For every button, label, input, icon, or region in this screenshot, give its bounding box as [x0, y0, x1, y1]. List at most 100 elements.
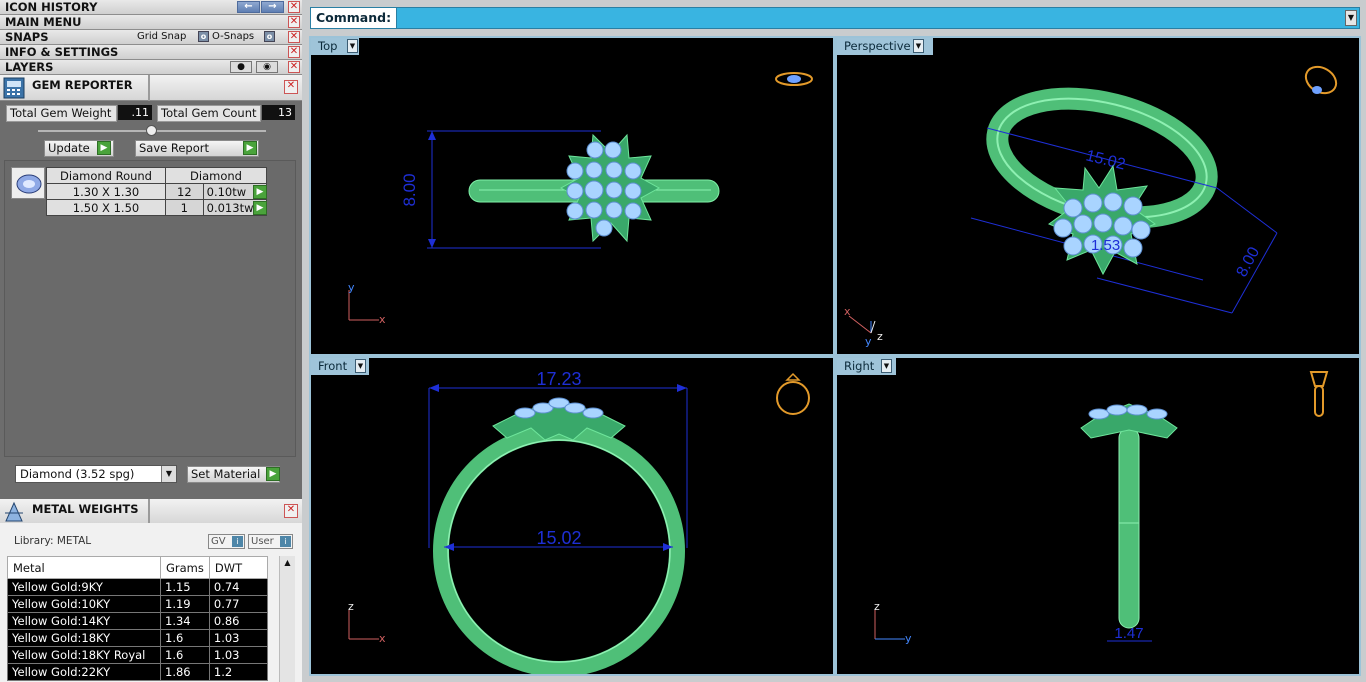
front-view-canvas[interactable]: 17.23 15.02 z x — [311, 358, 833, 674]
dimension-label: 8.00 — [400, 173, 419, 206]
set-material-go-icon[interactable]: ▶ — [266, 467, 280, 481]
header-divider — [148, 499, 150, 525]
ring-preview-icon[interactable] — [1301, 62, 1341, 99]
dimension-label: 1.53 — [1091, 237, 1120, 254]
metal-weights-title: METAL WEIGHTS — [32, 502, 139, 516]
ring-preview-icon[interactable] — [775, 72, 813, 86]
table-row[interactable]: 1.50 X 1.50 1 0.013tw — [46, 199, 268, 216]
dwt-column-header[interactable]: DWT — [208, 556, 269, 579]
dwt-cell: 1.03 — [208, 629, 269, 647]
close-icon[interactable]: ✕ — [288, 31, 300, 43]
main-menu-label: MAIN MENU — [5, 15, 82, 29]
table-row[interactable]: 1.30 X 1.30 12 0.10tw — [46, 183, 268, 200]
table-row[interactable]: Yellow Gold:18KY 1.6 1.03 — [7, 629, 269, 647]
chevron-down-icon[interactable]: ▼ — [881, 359, 892, 373]
grams-cell: 1.6 — [160, 646, 210, 664]
close-icon[interactable]: ✕ — [284, 80, 298, 94]
close-icon[interactable]: ✕ — [288, 61, 300, 73]
chevron-down-icon[interactable]: ▼ — [913, 39, 924, 53]
grams-cell: 1.15 — [160, 578, 210, 596]
chevron-down-icon[interactable]: ▼ — [355, 359, 366, 373]
axis-label: x — [379, 632, 386, 645]
total-gem-weight-value: .11 — [118, 105, 152, 120]
metal-name-cell: Yellow Gold:10KY — [7, 595, 161, 613]
library-label: Library: METAL — [14, 535, 92, 547]
layers-row[interactable]: LAYERS ● ◉ ✕ — [0, 60, 302, 75]
snaps-label: SNAPS — [5, 30, 49, 44]
table-row[interactable]: Yellow Gold:14KY 1.34 0.86 — [7, 612, 269, 630]
metal-name-cell: Yellow Gold:9KY — [7, 578, 161, 596]
metal-column-header[interactable]: Metal — [7, 556, 161, 579]
hide-icon[interactable]: ● — [230, 61, 252, 73]
ring-shank — [1118, 427, 1140, 629]
grid-snap-label: Grid Snap — [137, 31, 187, 42]
viewport-front[interactable]: 17.23 15.02 z x Front ▼ — [309, 356, 835, 676]
grams-column-header[interactable]: Grams — [160, 556, 210, 579]
save-report-button[interactable]: Save Report — [135, 140, 259, 157]
command-bar[interactable]: Command: ▼ — [310, 7, 1360, 29]
row-go-icon[interactable]: ▶ — [253, 185, 267, 199]
table-row[interactable]: Yellow Gold:22KY 1.86 1.2 — [7, 663, 269, 681]
chevron-down-icon[interactable]: ▼ — [161, 466, 176, 482]
dwt-cell: 0.86 — [208, 612, 269, 630]
gv-label: GV — [211, 536, 226, 547]
gem-count-cell: 1 — [165, 199, 204, 216]
right-view-canvas[interactable]: 1.47 z y — [837, 358, 1359, 674]
viewport-perspective[interactable]: 15.02 8.00 1.53 x y z Perspective ▼ — [835, 36, 1361, 356]
axis-label: x — [379, 313, 386, 326]
snaps-row[interactable]: SNAPS Grid Snap o O-Snaps o ✕ — [0, 30, 302, 45]
gem-table-header: Diamond Round Diamond — [46, 167, 267, 184]
chevron-down-icon[interactable]: ▼ — [1345, 10, 1357, 26]
grid-snap-toggle[interactable]: o — [198, 31, 209, 42]
user-label: User — [251, 536, 274, 547]
user-toggle[interactable]: User i — [248, 534, 293, 549]
back-arrow-icon[interactable]: ← — [237, 1, 260, 13]
ring-preview-icon[interactable] — [1309, 371, 1329, 417]
save-report-go-icon[interactable]: ▶ — [243, 141, 257, 155]
chevron-down-icon[interactable]: ▼ — [347, 39, 358, 53]
dimension-label: 8.00 — [1234, 244, 1264, 280]
gem-slider-handle[interactable] — [146, 125, 157, 136]
material-select[interactable]: Diamond (3.52 spg) ▼ — [15, 465, 177, 483]
chevron-up-icon[interactable]: ▲ — [280, 556, 295, 570]
main-menu-row[interactable]: MAIN MENU ✕ — [0, 15, 302, 30]
table-row[interactable]: Yellow Gold:10KY 1.19 0.77 — [7, 595, 269, 613]
total-gem-weight-label: Total Gem Weight — [6, 105, 117, 122]
gv-toggle[interactable]: GV i — [208, 534, 245, 549]
ring-preview-icon[interactable] — [776, 372, 810, 415]
gem-count-cell: 12 — [165, 183, 204, 200]
metal-name-cell: Yellow Gold:18KY — [7, 629, 161, 647]
perspective-view-canvas[interactable]: 15.02 8.00 1.53 x y z — [837, 38, 1359, 354]
dwt-cell: 1.2 — [208, 663, 269, 681]
top-view-canvas[interactable]: 8.00 y x — [311, 38, 833, 354]
row-go-icon[interactable]: ▶ — [253, 201, 267, 215]
o-snaps-toggle[interactable]: o — [264, 31, 275, 42]
gem-type-header: Diamond — [165, 167, 267, 184]
metal-name-cell: Yellow Gold:22KY — [7, 663, 161, 681]
dwt-cell: 0.74 — [208, 578, 269, 596]
save-report-label: Save Report — [139, 141, 210, 155]
axis-label: y — [865, 335, 872, 348]
close-icon[interactable]: ✕ — [288, 46, 300, 58]
grams-cell: 1.6 — [160, 629, 210, 647]
close-icon[interactable]: ✕ — [284, 504, 298, 518]
close-icon[interactable]: ✕ — [288, 1, 300, 13]
metal-table-scrollbar[interactable]: ▲ — [279, 556, 295, 682]
info-settings-row[interactable]: INFO & SETTINGS ✕ — [0, 45, 302, 60]
axis-label: x — [844, 305, 851, 318]
viewport-top[interactable]: 8.00 y x Top ▼ — [309, 36, 835, 356]
update-go-icon[interactable]: ▶ — [97, 141, 111, 155]
eye-icon[interactable]: ◉ — [256, 61, 278, 73]
gem-report-icon — [3, 77, 25, 99]
icon-history-row[interactable]: ICON HISTORY ← → ✕ — [0, 0, 302, 15]
table-row[interactable]: Yellow Gold:9KY 1.15 0.74 — [7, 578, 269, 596]
ring-shank — [433, 425, 685, 674]
table-row[interactable]: Yellow Gold:18KY Royal 1.6 1.03 — [7, 646, 269, 664]
update-label: Update — [48, 141, 90, 155]
forward-arrow-icon[interactable]: → — [261, 1, 284, 13]
viewport-right[interactable]: 1.47 z y Right ▼ — [835, 356, 1361, 676]
close-icon[interactable]: ✕ — [288, 16, 300, 28]
axis-label: z — [874, 600, 880, 613]
axis-label: y — [348, 281, 355, 294]
dimension-label: 15.02 — [1084, 147, 1127, 173]
